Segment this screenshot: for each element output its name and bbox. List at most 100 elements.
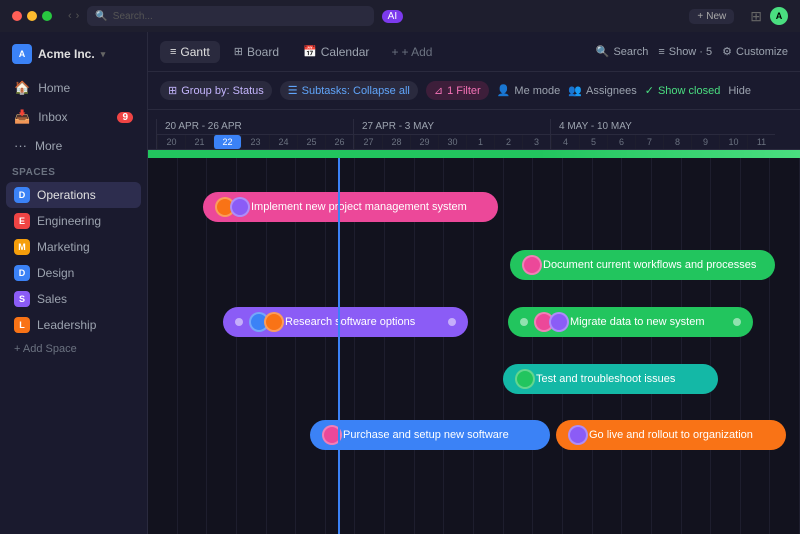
more-icon: ··· — [14, 138, 27, 153]
date-header: 20 APR - 26 APR 20 21 22 23 24 25 26 27 … — [148, 110, 800, 150]
minimize-button[interactable] — [27, 11, 37, 21]
task-implement-label: Implement new project management system — [251, 201, 467, 213]
sidebar-item-design[interactable]: D Design — [6, 260, 141, 286]
sidebar-item-leadership[interactable]: L Leadership — [6, 312, 141, 338]
avatar[interactable]: A — [770, 7, 788, 25]
task-test[interactable]: Test and troubleshoot issues — [503, 364, 718, 394]
close-button[interactable] — [12, 11, 22, 21]
sidebar-item-operations[interactable]: D Operations — [6, 182, 141, 208]
today-line — [338, 150, 340, 534]
sidebar-item-engineering[interactable]: E Engineering — [6, 208, 141, 234]
task-test-avatars — [515, 369, 530, 389]
add-space-button[interactable]: + Add Space — [0, 338, 147, 360]
filter-chip[interactable]: ⊿ 1 Filter — [426, 81, 489, 100]
calendar-icon: 📅 — [303, 45, 317, 58]
search-placeholder: Search... — [113, 11, 153, 22]
gantt-tasks: Implement new project management system … — [148, 162, 800, 534]
me-mode-label: Me mode — [514, 85, 560, 97]
day-22-today: 22 — [213, 135, 241, 149]
day-26: 26 — [325, 135, 353, 149]
sidebar-item-more[interactable]: ··· More — [6, 132, 141, 159]
ai-badge[interactable]: AI — [382, 10, 403, 23]
person-icon: 👤 — [497, 84, 511, 97]
task-migrate-avatars — [534, 312, 564, 332]
assignees-label: Assignees — [586, 85, 637, 97]
task-golive[interactable]: Go live and rollout to organization — [556, 420, 786, 450]
forward-arrow[interactable]: › — [76, 10, 80, 22]
maximize-button[interactable] — [42, 11, 52, 21]
engineering-label: Engineering — [37, 214, 101, 228]
add-view-button[interactable]: + + Add — [383, 41, 440, 63]
right-handle[interactable] — [448, 318, 456, 326]
hide-button[interactable]: Hide — [728, 85, 751, 97]
day-25: 25 — [297, 135, 325, 149]
left-handle-2[interactable] — [520, 318, 528, 326]
sidebar-item-inbox[interactable]: 📥 Inbox 9 — [6, 103, 141, 131]
workspace-header[interactable]: A Acme Inc. ▾ — [0, 40, 147, 74]
task-migrate-label: Migrate data to new system — [570, 316, 705, 328]
day-28: 28 — [382, 135, 410, 149]
date-range-may4: 4 MAY - 10 MAY 4 5 6 7 8 9 10 11 — [550, 119, 775, 149]
show-closed-filter[interactable]: ✓ Show closed — [645, 84, 721, 97]
main-content: ≡ Gantt ⊞ Board 📅 Calendar + + Add 🔍 Sea… — [148, 32, 800, 534]
tab-board[interactable]: ⊞ Board — [224, 41, 289, 63]
top-toolbar: ≡ Gantt ⊞ Board 📅 Calendar + + Add 🔍 Sea… — [148, 32, 800, 72]
grid-icon[interactable]: ⊞ — [750, 8, 762, 25]
search-button[interactable]: 🔍 Search — [596, 45, 649, 58]
more-label: More — [35, 139, 62, 153]
sidebar-item-marketing[interactable]: M Marketing — [6, 234, 141, 260]
engineering-dot: E — [14, 213, 30, 229]
sales-label: Sales — [37, 292, 67, 306]
task-research-label: Research software options — [285, 316, 415, 328]
task-document[interactable]: Document current workflows and processes — [510, 250, 775, 280]
subtasks-filter[interactable]: ☰ Subtasks: Collapse all — [280, 81, 418, 100]
group-by-filter[interactable]: ⊞ Group by: Status — [160, 81, 272, 100]
search-icon: 🔍 — [95, 11, 107, 22]
day-30: 30 — [438, 135, 466, 149]
filter-icon: ⊿ — [434, 84, 443, 97]
workspace-name: Acme Inc. — [38, 47, 95, 61]
task-purchase-label: Purchase and setup new software — [343, 429, 509, 441]
window-controls — [12, 11, 52, 21]
day-24: 24 — [269, 135, 297, 149]
me-mode-filter[interactable]: 👤 Me mode — [497, 84, 561, 97]
date-range-may4-label: 4 MAY - 10 MAY — [551, 119, 775, 135]
day-20: 20 — [157, 135, 185, 149]
sales-dot: S — [14, 291, 30, 307]
new-button[interactable]: + New — [689, 9, 734, 24]
titlebar: ‹ › 🔍 Search... AI + New ⊞ A — [0, 0, 800, 32]
sidebar-item-sales[interactable]: S Sales — [6, 286, 141, 312]
avatar-5 — [264, 312, 284, 332]
date-range-apr20-label: 20 APR - 26 APR — [157, 119, 353, 135]
sidebar-item-home[interactable]: 🏠 Home — [6, 74, 141, 102]
left-handle[interactable] — [235, 318, 243, 326]
day-1: 1 — [466, 135, 494, 149]
show-closed-icon: ✓ — [645, 84, 654, 97]
show-button[interactable]: ≡ Show · 5 — [658, 46, 712, 58]
right-handle-2[interactable] — [733, 318, 741, 326]
inbox-label: Inbox — [38, 110, 67, 124]
task-research[interactable]: Research software options — [223, 307, 468, 337]
group-by-label: Group by: Status — [181, 85, 264, 97]
customize-label: Customize — [736, 46, 788, 58]
day-2: 2 — [494, 135, 522, 149]
filter-bar: ⊞ Group by: Status ☰ Subtasks: Collapse … — [148, 72, 800, 110]
design-dot: D — [14, 265, 30, 281]
customize-button[interactable]: ⚙ Customize — [722, 45, 788, 58]
tab-calendar[interactable]: 📅 Calendar — [293, 41, 379, 63]
nav-arrows: ‹ › — [68, 10, 79, 22]
add-label: + Add — [401, 45, 432, 59]
gantt-label: Gantt — [180, 45, 209, 59]
tab-gantt[interactable]: ≡ Gantt — [160, 41, 220, 63]
sidebar-nav: 🏠 Home 📥 Inbox 9 ··· More — [0, 74, 147, 159]
marketing-label: Marketing — [37, 240, 90, 254]
day-10: 10 — [719, 135, 747, 149]
titlebar-search[interactable]: 🔍 Search... — [87, 6, 373, 26]
task-implement[interactable]: Implement new project management system — [203, 192, 498, 222]
home-icon: 🏠 — [14, 80, 30, 96]
task-purchase[interactable]: Purchase and setup new software — [310, 420, 550, 450]
plus-icon: + — [391, 45, 398, 59]
assignees-filter[interactable]: 👥 Assignees — [568, 84, 636, 97]
task-migrate[interactable]: Migrate data to new system — [508, 307, 753, 337]
back-arrow[interactable]: ‹ — [68, 10, 72, 22]
